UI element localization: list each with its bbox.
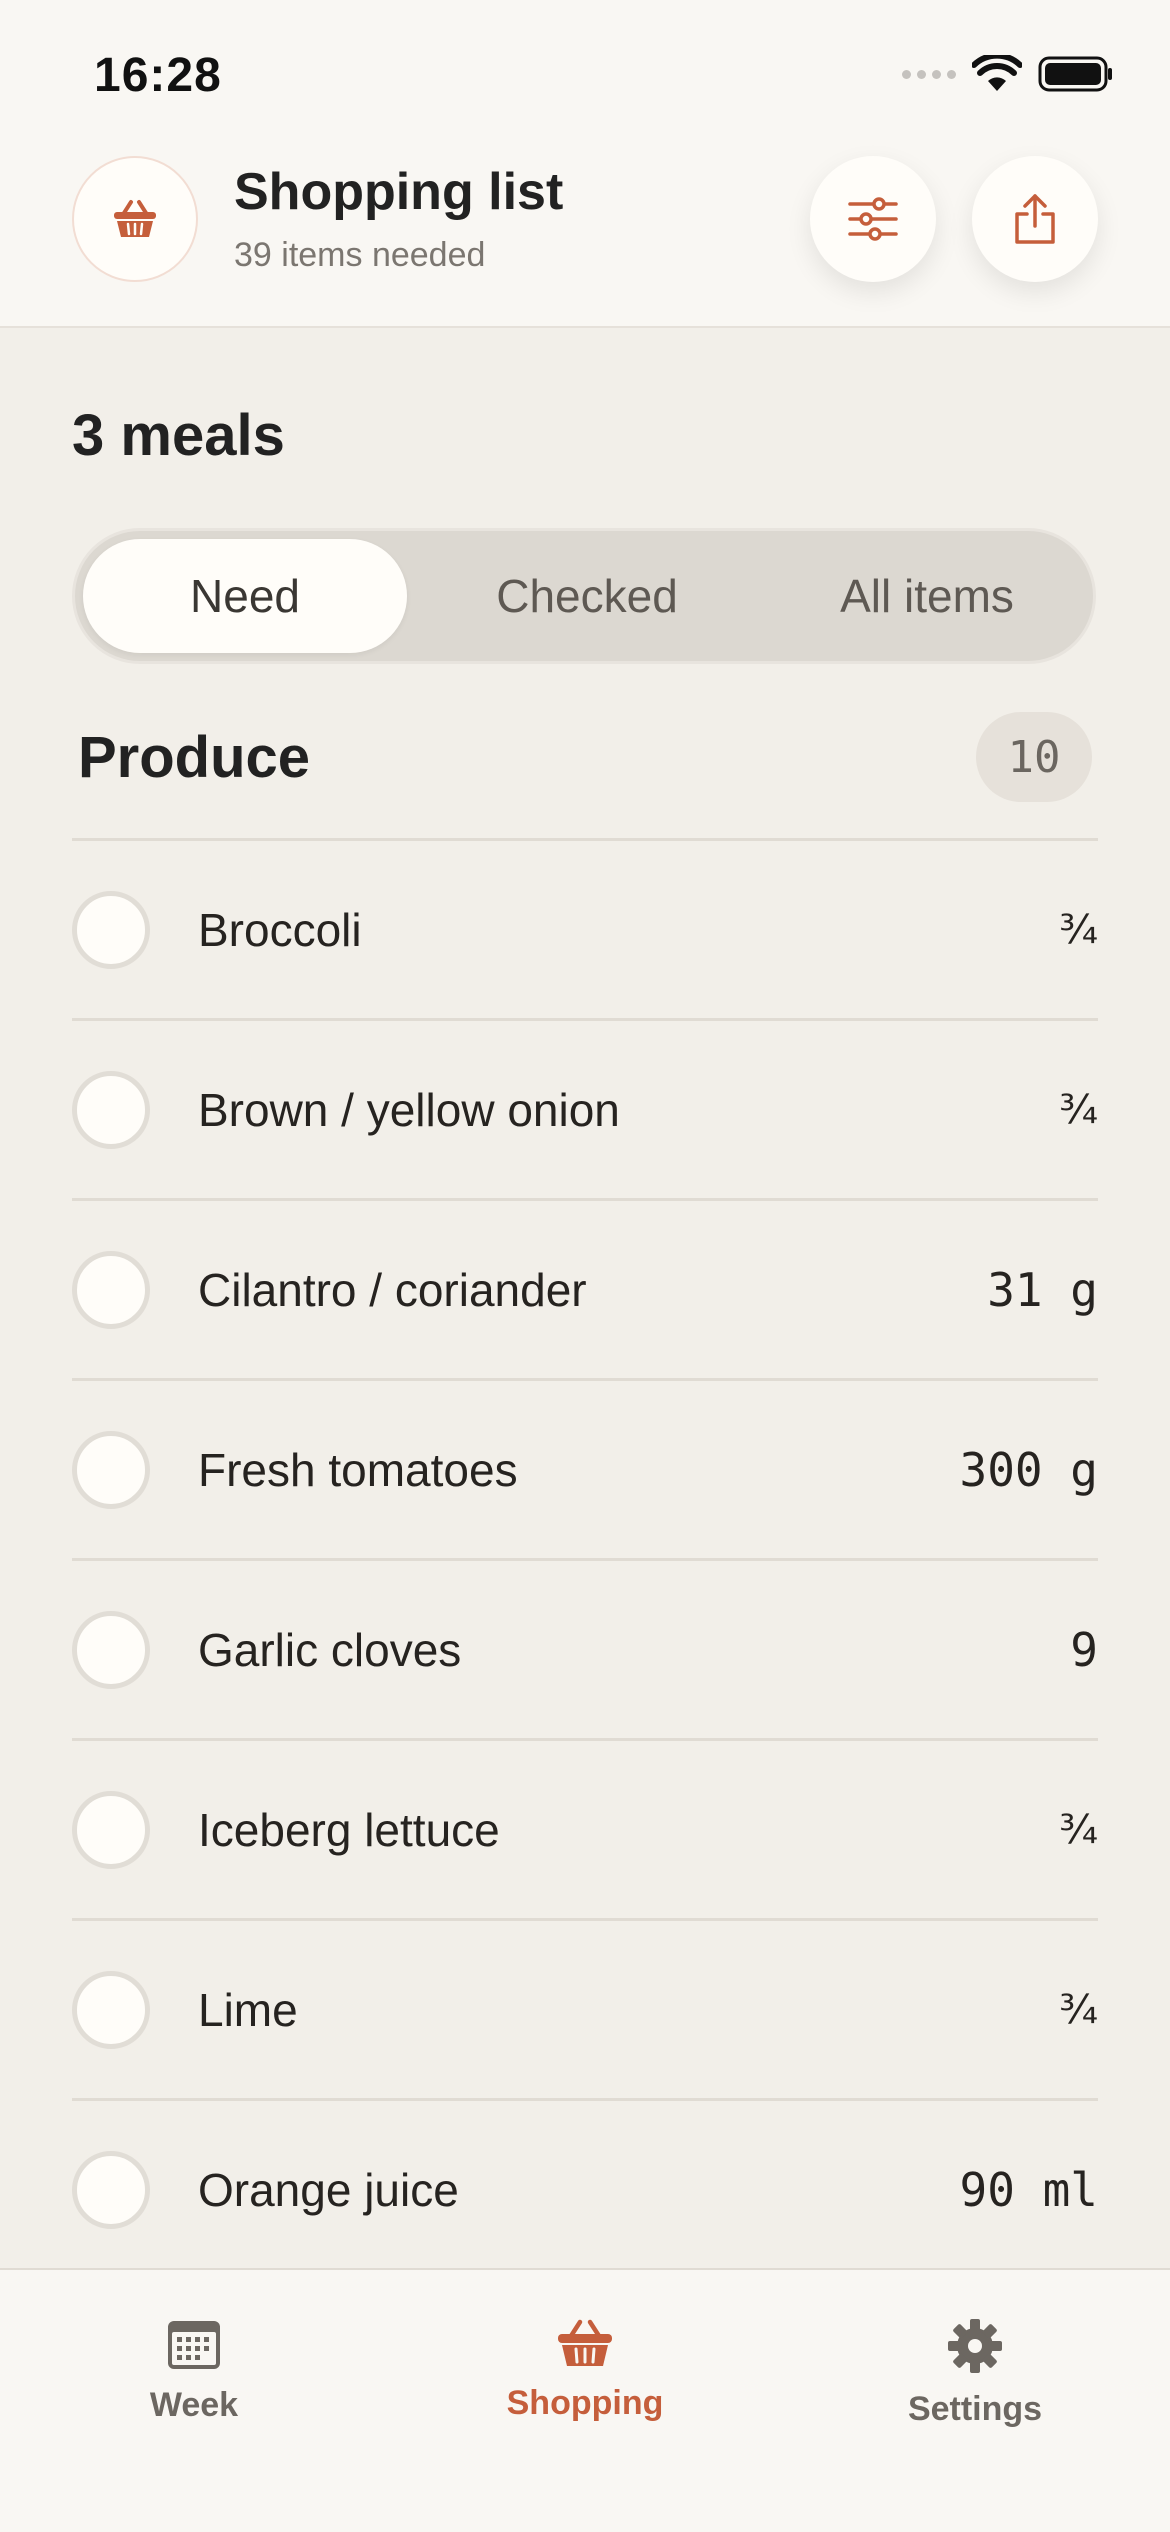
bottom-tab-bar: Week Shopping Settings xyxy=(0,2268,1170,2532)
item-quantity: 31 g xyxy=(987,1262,1098,1317)
item-name: Fresh tomatoes xyxy=(198,1443,518,1496)
basket-icon xyxy=(114,200,156,237)
item-name: Garlic cloves xyxy=(198,1623,462,1676)
list-item[interactable]: Garlic cloves 9 xyxy=(72,1558,1098,1738)
nav-shopping-label: Shopping xyxy=(506,2384,664,2422)
filter-tabs: Need Checked All items xyxy=(72,528,1096,664)
tab-checked[interactable]: Checked xyxy=(425,539,749,653)
basket-icon xyxy=(558,2319,612,2366)
nav-week-label: Week xyxy=(149,2386,239,2424)
item-name: Orange juice xyxy=(198,2163,459,2216)
list-item[interactable]: Iceberg lettuce ¾ xyxy=(72,1738,1098,1918)
share-icon xyxy=(1015,194,1055,244)
list-item[interactable]: Brown / yellow onion ¾ xyxy=(72,1018,1098,1198)
checkbox[interactable] xyxy=(72,1070,150,1149)
nav-settings[interactable]: Settings xyxy=(855,2318,1095,2429)
checkbox[interactable] xyxy=(72,1790,150,1869)
item-name: Cilantro / coriander xyxy=(198,1263,587,1316)
checkbox[interactable] xyxy=(72,890,150,969)
status-indicators xyxy=(902,52,1114,96)
item-quantity: 9 xyxy=(1070,1622,1098,1677)
nav-week[interactable]: Week xyxy=(74,2318,314,2425)
item-name: Lime xyxy=(198,1983,298,2036)
app-logo xyxy=(72,156,198,282)
checkbox[interactable] xyxy=(72,1430,150,1509)
checkbox[interactable] xyxy=(72,1970,150,2049)
shopping-items-list: Broccoli ¾ Brown / yellow onion ¾ Cilant… xyxy=(72,838,1098,2278)
section-count-badge: 10 xyxy=(976,712,1092,802)
tab-need[interactable]: Need xyxy=(83,539,407,653)
wifi-icon xyxy=(972,55,1022,91)
page-title: Shopping list xyxy=(234,163,564,221)
meals-count-heading: 3 meals xyxy=(72,403,285,468)
item-quantity: ¾ xyxy=(1059,1806,1098,1853)
item-quantity: ¾ xyxy=(1059,906,1098,953)
item-quantity: ¾ xyxy=(1059,1086,1098,1133)
nav-shopping[interactable]: Shopping xyxy=(465,2318,705,2423)
item-name: Brown / yellow onion xyxy=(198,1083,620,1136)
section-title: Produce xyxy=(78,725,311,790)
item-name: Iceberg lettuce xyxy=(198,1803,500,1856)
status-time: 16:28 xyxy=(94,49,222,102)
list-item[interactable]: Broccoli ¾ xyxy=(72,838,1098,1018)
item-quantity: 300 g xyxy=(959,1442,1098,1497)
gear-icon xyxy=(948,2319,1002,2373)
nav-settings-label: Settings xyxy=(907,2390,1043,2428)
top-header: 16:28 Shopping list 39 items needed xyxy=(0,0,1170,328)
sliders-icon xyxy=(848,197,898,241)
list-item[interactable]: Fresh tomatoes 300 g xyxy=(72,1378,1098,1558)
checkbox[interactable] xyxy=(72,1250,150,1329)
list-item[interactable]: Cilantro / coriander 31 g xyxy=(72,1198,1098,1378)
item-name: Broccoli xyxy=(198,903,362,956)
checkbox[interactable] xyxy=(72,1610,150,1689)
list-item[interactable]: Orange juice 90 ml xyxy=(72,2098,1098,2278)
cellular-signal-icon xyxy=(902,69,956,79)
filter-button[interactable] xyxy=(810,156,936,282)
list-item[interactable]: Lime ¾ xyxy=(72,1918,1098,2098)
checkbox[interactable] xyxy=(72,2150,150,2229)
items-needed-count: 39 items needed xyxy=(234,236,486,274)
item-quantity: 90 ml xyxy=(959,2162,1098,2217)
battery-icon xyxy=(1038,56,1112,92)
item-quantity: ¾ xyxy=(1059,1986,1098,2033)
tab-all-items[interactable]: All items xyxy=(765,539,1089,653)
share-button[interactable] xyxy=(972,156,1098,282)
calendar-icon xyxy=(168,2321,220,2369)
